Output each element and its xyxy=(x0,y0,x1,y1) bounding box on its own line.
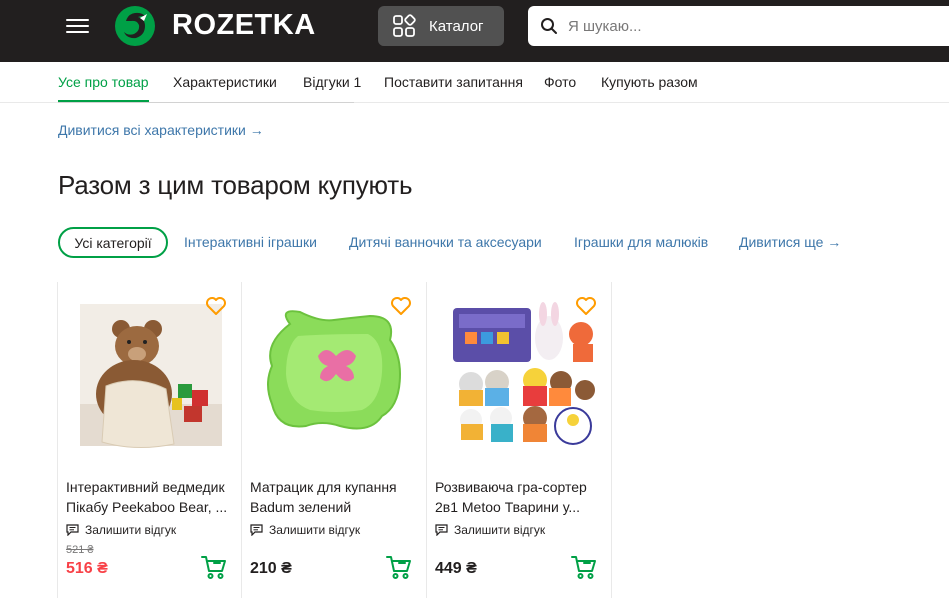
search-icon xyxy=(541,18,557,34)
catalog-grid-icon xyxy=(393,14,416,37)
comment-icon xyxy=(250,524,263,536)
heart-icon[interactable] xyxy=(575,296,597,316)
tab-bought-together[interactable]: Купують разом xyxy=(601,74,698,90)
heart-icon[interactable] xyxy=(390,296,412,316)
product-title[interactable]: Інтерактивний ведмедик Пікабу Peekaboo B… xyxy=(66,477,234,517)
logo-text[interactable]: ROZETKA xyxy=(172,9,316,42)
product-card: Інтерактивний ведмедик Пікабу Peekaboo B… xyxy=(57,282,242,598)
tab-reviews[interactable]: Відгуки 1 xyxy=(303,74,361,90)
section-title: Разом з цим товаром купують xyxy=(58,170,413,200)
old-price: 521 ₴ xyxy=(66,544,94,556)
product-card: Розвиваюча гра-сортер 2в1 Metoo Тварини … xyxy=(427,282,612,598)
leave-review-label: Залишити відгук xyxy=(269,523,361,537)
cart-icon[interactable] xyxy=(571,554,597,580)
product-title[interactable]: Матрацик для купання Badum зелений xyxy=(250,477,418,517)
heart-icon[interactable] xyxy=(205,296,227,316)
cart-icon[interactable] xyxy=(201,554,227,580)
sorter-toy-image[interactable] xyxy=(435,294,603,462)
catalog-button[interactable]: Каталог xyxy=(378,6,504,46)
tab-ask-question[interactable]: Поставити запитання xyxy=(384,74,523,90)
search-box[interactable] xyxy=(528,6,949,46)
bath-mat-image[interactable] xyxy=(250,294,418,462)
tab-photos[interactable]: Фото xyxy=(544,74,576,90)
category-chip-more[interactable]: Дивитися ще → xyxy=(739,234,841,250)
comment-icon xyxy=(435,524,448,536)
comment-icon xyxy=(66,524,79,536)
price: 449 ₴ xyxy=(435,560,477,577)
all-specs-link[interactable]: Дивитися всі характеристики → xyxy=(58,122,264,138)
leave-review-label: Залишити відгук xyxy=(85,523,177,537)
bear-toy-image[interactable] xyxy=(66,294,234,462)
leave-review-link[interactable]: Залишити відгук xyxy=(66,523,176,537)
price: 210 ₴ xyxy=(250,560,292,577)
search-input[interactable] xyxy=(568,17,928,35)
category-chip-interactive-toys[interactable]: Інтерактивні іграшки xyxy=(184,234,317,250)
leave-review-link[interactable]: Залишити відгук xyxy=(250,523,360,537)
product-tabs: Усе про товар Характеристики Відгуки 1 П… xyxy=(0,62,949,103)
product-title[interactable]: Розвиваюча гра-сортер 2в1 Metoo Тварини … xyxy=(435,477,603,517)
logo-icon[interactable] xyxy=(114,5,156,47)
leave-review-link[interactable]: Залишити відгук xyxy=(435,523,545,537)
leave-review-label: Залишити відгук xyxy=(454,523,546,537)
tab-all-about-product[interactable]: Усе про товар xyxy=(58,74,149,90)
cart-icon[interactable] xyxy=(386,554,412,580)
tab-characteristics[interactable]: Характеристики xyxy=(173,74,277,90)
catalog-label: Каталог xyxy=(429,17,484,35)
product-card: Матрацик для купання Badum зелений Залиш… xyxy=(242,282,427,598)
price: 516 ₴ xyxy=(66,560,108,577)
menu-icon[interactable] xyxy=(66,15,90,37)
header: ROZETKA Каталог xyxy=(0,0,949,62)
category-chip-all[interactable]: Усі категорії xyxy=(58,227,168,258)
category-chip-baths[interactable]: Дитячі ванночки та аксесуари xyxy=(349,234,542,250)
category-chip-baby-toys[interactable]: Іграшки для малюків xyxy=(574,234,708,250)
divider xyxy=(58,102,354,103)
